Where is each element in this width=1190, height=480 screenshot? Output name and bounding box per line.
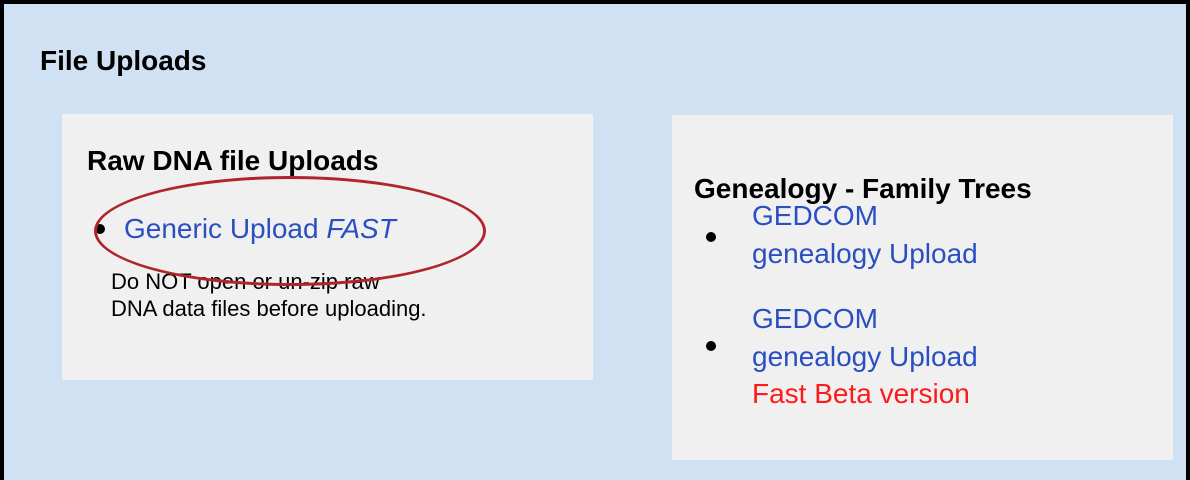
- raw-dna-title: Raw DNA file Uploads: [87, 145, 379, 176]
- raw-dna-note-line1: Do NOT open or un-zip raw: [111, 269, 380, 294]
- gedcom-fast-line1: GEDCOM: [752, 303, 878, 334]
- gedcom-upload-line1: GEDCOM: [752, 200, 878, 231]
- fast-beta-label: Fast Beta version: [752, 378, 970, 409]
- gedcom-fast-line2: genealogy Upload: [752, 341, 978, 372]
- gedcom-fast-beta-upload-link[interactable]: GEDCOM: [752, 300, 878, 338]
- bullet-icon: [95, 224, 105, 234]
- bullet-icon: [706, 232, 716, 242]
- section-title: File Uploads: [40, 45, 207, 76]
- genealogy-card: Genealogy - Family Trees GEDCOM genealog…: [672, 115, 1173, 460]
- file-uploads-panel: File Uploads Raw DNA file Uploads Generi…: [0, 0, 1190, 480]
- generic-upload-link[interactable]: Generic Upload FAST: [124, 210, 396, 248]
- raw-dna-card: Raw DNA file Uploads Generic Upload FAST…: [62, 114, 593, 380]
- gedcom-upload-line2: genealogy Upload: [752, 238, 978, 269]
- gedcom-fast-beta-upload-link-line2[interactable]: genealogy Upload: [752, 338, 978, 376]
- bullet-icon: [706, 341, 716, 351]
- generic-upload-link-emphasis: FAST: [326, 213, 396, 244]
- generic-upload-link-text: Generic Upload: [124, 213, 327, 244]
- gedcom-upload-link[interactable]: GEDCOM: [752, 197, 878, 235]
- raw-dna-note-line2: DNA data files before uploading.: [111, 296, 427, 321]
- gedcom-upload-link-line2[interactable]: genealogy Upload: [752, 235, 978, 273]
